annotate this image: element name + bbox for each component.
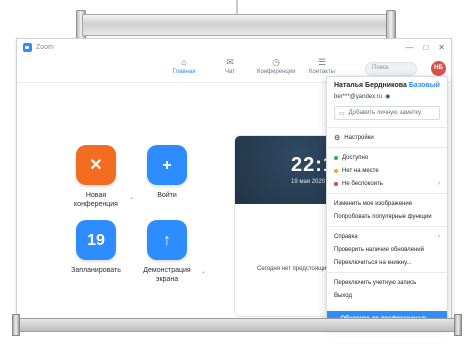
status-dot-icon <box>334 181 338 186</box>
profile-email-row: ber***@yandex.ru ◉ <box>334 93 440 101</box>
menu-separator <box>327 226 447 227</box>
roller-cap-right <box>386 10 396 40</box>
menu-item-label: Переключить учетную запись <box>334 279 417 286</box>
menu-item[interactable]: Справка › <box>327 230 447 243</box>
join-button[interactable]: + Войти <box>137 145 197 200</box>
plus-icon: + <box>147 145 187 185</box>
menu-item[interactable]: Доступно <box>327 151 447 164</box>
profile-name-row: Наталья Бердникова Базовый <box>334 82 440 89</box>
menu-item[interactable]: Выход <box>327 289 447 302</box>
avatar[interactable]: НБ <box>431 61 446 76</box>
eye-icon[interactable]: ◉ <box>385 93 390 100</box>
share-screen-label: Демонстрация экрана <box>143 267 191 283</box>
window-title: Zoom <box>36 43 54 51</box>
menu-item-label: Не беспокоить <box>342 180 383 187</box>
personal-note-field[interactable]: ▭ Добавить личную заметку <box>334 106 440 120</box>
menu-item-label: Доступно <box>342 154 369 161</box>
chevron-down-icon[interactable]: ⌄ <box>129 194 134 201</box>
close-button[interactable]: ✕ <box>438 43 445 52</box>
status-dot-icon <box>334 155 338 160</box>
tab-home[interactable]: ⌂ Главная <box>165 57 203 75</box>
tab-chat[interactable]: ✉ Чат <box>211 57 249 75</box>
bottom-cap-right <box>454 314 462 336</box>
window-controls: — □ ✕ <box>405 43 445 52</box>
menu-item[interactable]: Переключить учетную запись <box>327 276 447 289</box>
no-meetings-text: Сегодня нет предстоящих <box>257 266 330 272</box>
personal-note-placeholder: Добавить личную заметку <box>348 110 422 116</box>
share-screen-icon: ↑ <box>147 220 187 260</box>
schedule-label: Запланировать <box>71 267 121 274</box>
menu-item-label: Переключиться на книжну... <box>334 259 412 266</box>
menu-item-label: Проверить наличие обновлений <box>334 246 424 253</box>
minimize-button[interactable]: — <box>405 43 413 52</box>
chevron-right-icon: › <box>437 180 440 187</box>
maximize-button[interactable]: □ <box>423 43 428 52</box>
menu-item[interactable]: Проверить наличие обновлений <box>327 243 447 256</box>
new-meeting-label: Новая конференция <box>74 192 118 208</box>
menu-item[interactable]: Переключиться на книжну... <box>327 256 447 269</box>
chat-icon: ✉ <box>226 57 234 67</box>
title-bar: Zoom — □ ✕ <box>17 39 451 55</box>
plan-badge: Базовый <box>408 82 440 89</box>
chevron-right-icon: › <box>437 233 440 240</box>
menu-item[interactable]: Не беспокоить › <box>327 177 447 190</box>
profile-menu-items: ⚙ Настройки Доступно Нет на месте Не беспоко… <box>327 127 447 302</box>
tab-contacts-label: Контакты <box>309 69 335 75</box>
menu-item-label: Выход <box>334 292 352 299</box>
menu-item-label: Нет на месте <box>342 167 379 174</box>
tab-home-label: Главная <box>172 69 196 75</box>
menu-item[interactable]: Изменить мое изображение <box>327 197 447 210</box>
menu-item-label: Настройки <box>344 134 374 141</box>
menu-item[interactable]: ⚙ Настройки <box>327 131 447 144</box>
menu-item-label: Справка <box>334 233 358 240</box>
screen-roller-top <box>82 14 392 36</box>
search-input[interactable]: Поиск <box>365 62 417 76</box>
schedule-button[interactable]: 19 Запланировать <box>66 220 126 275</box>
menu-separator <box>327 147 447 148</box>
menu-item-label: Попробовать популярные функции <box>334 213 432 220</box>
menu-item-label: Изменить мое изображение <box>334 200 413 207</box>
tab-contacts[interactable]: ☰ Контакты <box>303 57 341 75</box>
nav-tabs: ⌂ Главная ✉ Чат ◷ Конференции ☰ Контакты <box>165 57 341 75</box>
gear-icon: ⚙ <box>334 134 341 142</box>
bottom-cap-left <box>12 314 20 336</box>
profile-menu: Наталья Бердникова Базовый ber***@yandex… <box>326 76 448 328</box>
profile-header: Наталья Бердникова Базовый ber***@yandex… <box>327 77 447 124</box>
contacts-icon: ☰ <box>317 57 327 67</box>
profile-name: Наталья Бердникова <box>334 82 407 89</box>
screen-roller-bottom <box>14 318 460 332</box>
status-dot-icon <box>334 168 338 173</box>
menu-item[interactable]: Попробовать популярные функции <box>327 210 447 223</box>
tab-meetings-label: Конференции <box>257 69 296 75</box>
tab-chat-label: Чат <box>225 69 235 75</box>
menu-separator <box>327 193 447 194</box>
profile-email: ber***@yandex.ru <box>334 93 383 100</box>
menu-separator <box>327 272 447 273</box>
join-label: Войти <box>157 192 177 199</box>
menu-item[interactable]: Нет на месте <box>327 164 447 177</box>
zoom-logo-icon <box>23 42 32 52</box>
roller-stem <box>236 0 238 14</box>
new-meeting-button[interactable]: ✕ Новая конференция <box>66 145 126 209</box>
calendar-icon: 19 <box>76 220 116 260</box>
photo-stage: Zoom — □ ✕ ⌂ Главная ✉ Чат ◷ Конференции… <box>0 0 474 355</box>
share-screen-button[interactable]: ↑ Демонстрация экрана <box>137 220 197 284</box>
chevron-down-icon[interactable]: ⌄ <box>201 268 206 275</box>
tab-meetings[interactable]: ◷ Конференции <box>257 57 296 75</box>
note-icon: ▭ <box>339 110 345 117</box>
home-icon: ⌂ <box>181 57 187 67</box>
video-off-icon: ✕ <box>76 145 116 185</box>
menu-separator <box>327 127 447 128</box>
clock-icon: ◷ <box>272 57 280 67</box>
